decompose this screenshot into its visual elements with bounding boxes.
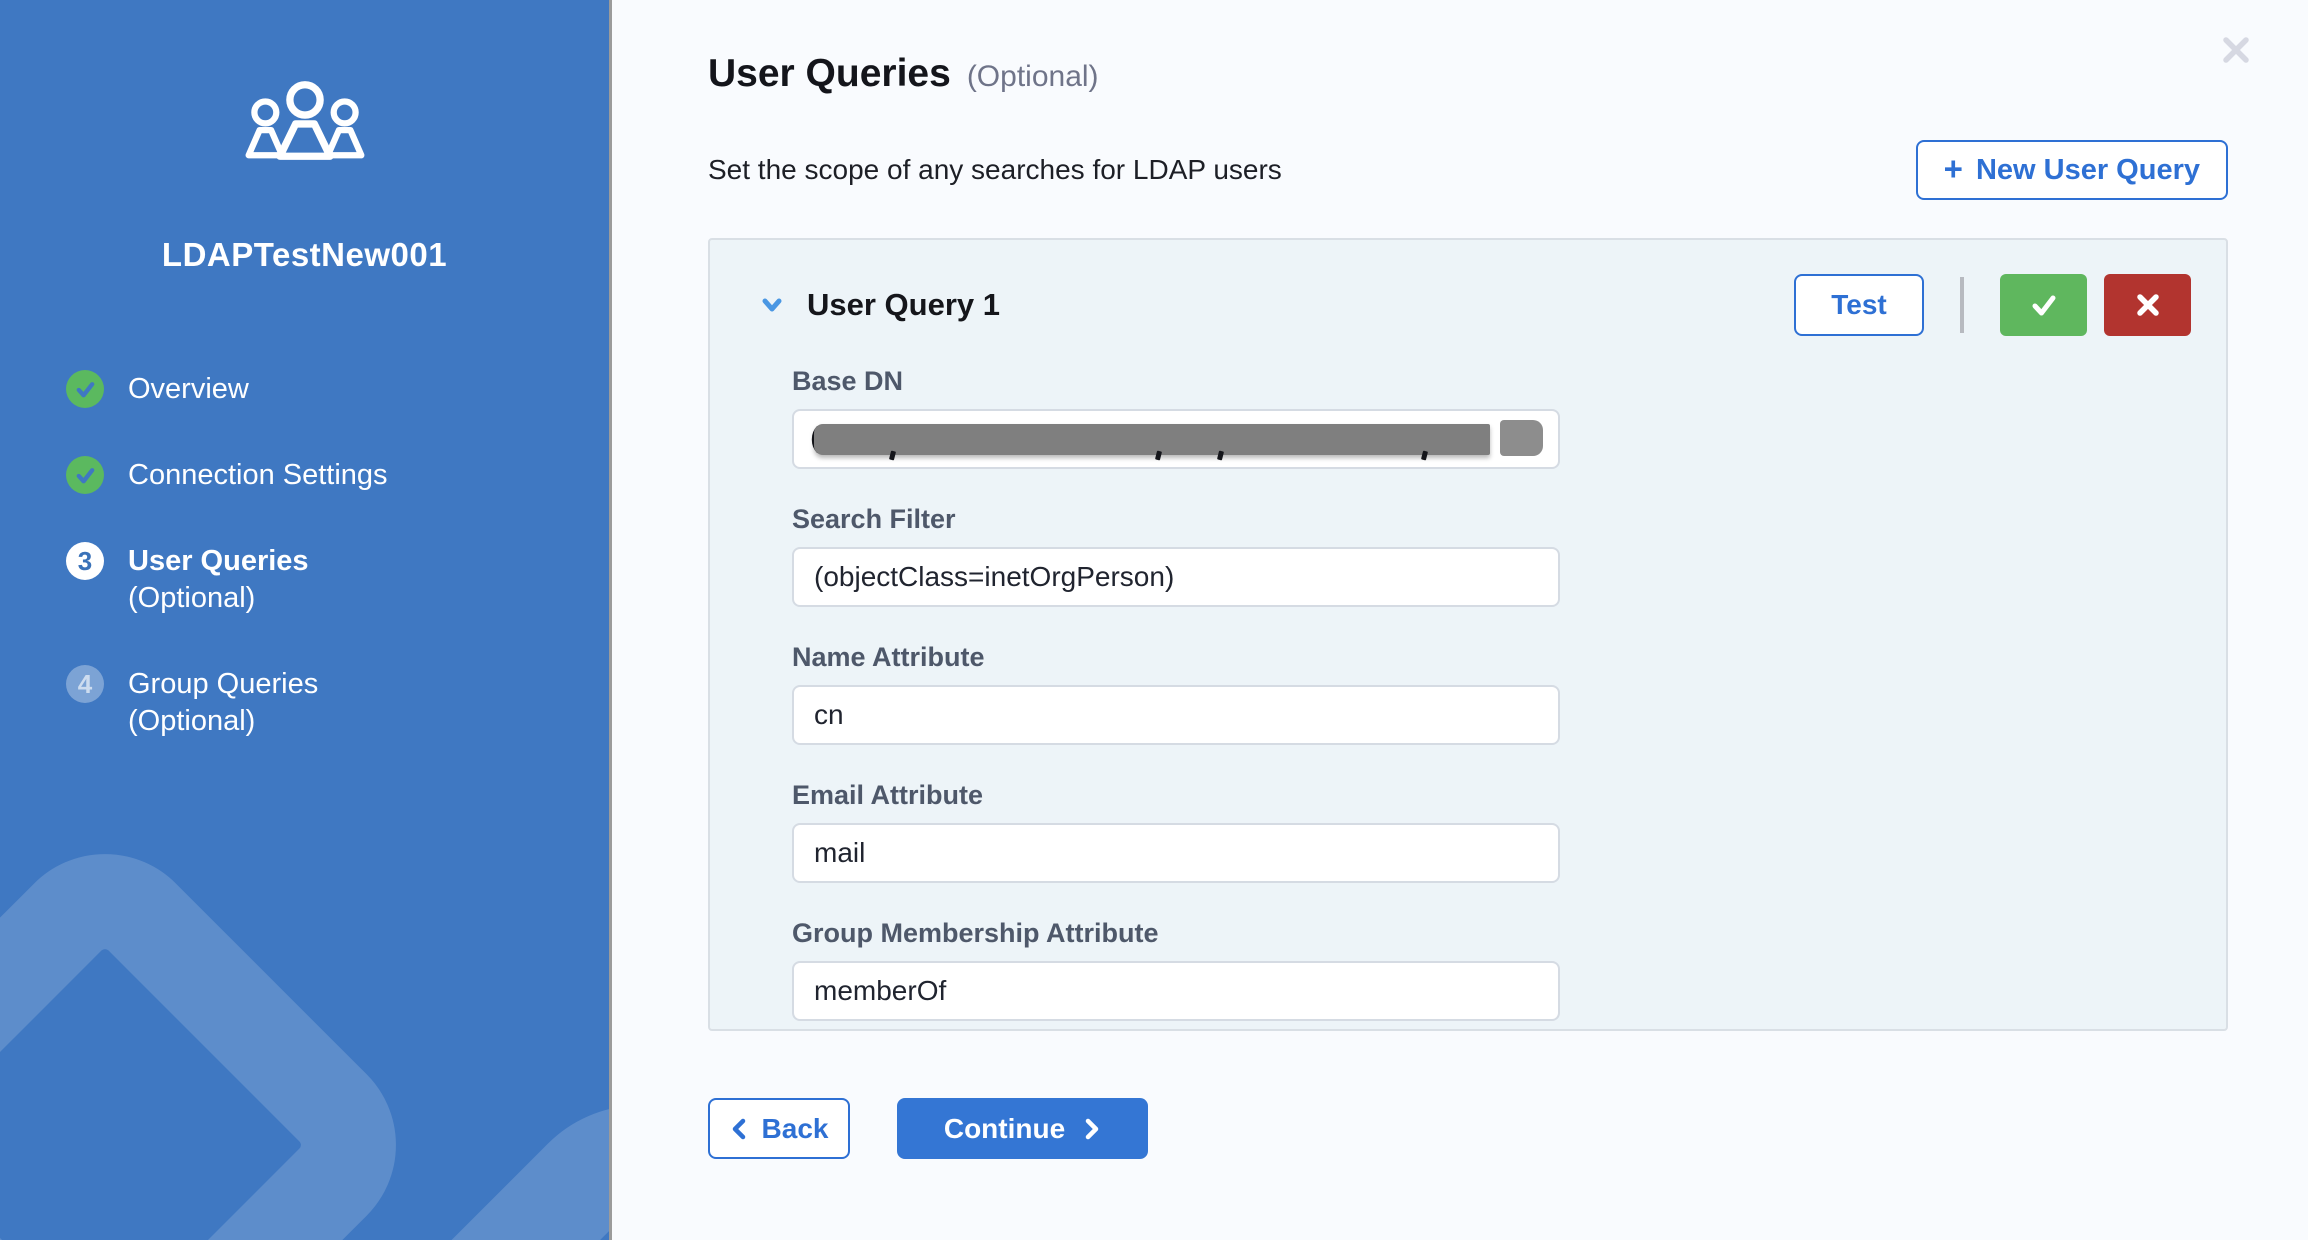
check-icon [2027, 288, 2061, 322]
confirm-button[interactable] [2000, 274, 2087, 336]
step-label: User Queries [128, 542, 309, 580]
group-membership-attribute-label: Group Membership Attribute [792, 918, 2191, 949]
group-membership-attribute-input[interactable] [792, 961, 1560, 1021]
wizard-sidebar: LDAPTestNew001 Overview [0, 0, 612, 1240]
continue-label: Continue [944, 1113, 1065, 1145]
new-user-query-label: New User Query [1976, 154, 2200, 187]
test-button[interactable]: Test [1794, 274, 1924, 336]
continue-button[interactable]: Continue [897, 1098, 1148, 1159]
step-connection-settings[interactable]: Connection Settings [66, 456, 609, 494]
search-filter-label: Search Filter [792, 504, 2191, 535]
name-attribute-label: Name Attribute [792, 642, 2191, 673]
chevron-left-icon [730, 1117, 748, 1141]
main-panel: User Queries (Optional) Set the scope of… [612, 0, 2308, 1240]
chevron-down-icon[interactable] [757, 290, 787, 320]
step-number-badge: 3 [66, 542, 104, 580]
step-group-queries[interactable]: 4 Group Queries (Optional) [66, 665, 609, 740]
name-attribute-input[interactable] [792, 685, 1560, 745]
email-attribute-input[interactable] [792, 823, 1560, 883]
new-user-query-button[interactable]: + New User Query [1916, 140, 2228, 200]
email-attribute-label: Email Attribute [792, 780, 2191, 811]
search-filter-input[interactable] [792, 547, 1560, 607]
step-user-queries[interactable]: 3 User Queries (Optional) [66, 542, 609, 617]
page-header: User Queries (Optional) [708, 52, 2228, 96]
chevron-right-icon [1083, 1117, 1101, 1141]
redaction-bar [814, 424, 1490, 455]
page-title: User Queries [708, 52, 951, 96]
step-overview[interactable]: Overview [66, 370, 609, 408]
step-complete-check-icon [66, 370, 104, 408]
step-sublabel: (Optional) [128, 580, 309, 617]
vertical-divider [1960, 277, 1964, 333]
ldap-wizard-modal: LDAPTestNew001 Overview [0, 0, 2308, 1240]
users-group-icon [0, 78, 609, 174]
back-button[interactable]: Back [708, 1098, 850, 1159]
connector-name: LDAPTestNew001 [0, 236, 609, 274]
plus-icon: + [1944, 152, 1963, 185]
page-subtitle: Set the scope of any searches for LDAP u… [708, 154, 1282, 186]
base-dn-label: Base DN [792, 366, 2191, 397]
brand-watermark [0, 813, 437, 1240]
step-label: Connection Settings [128, 456, 388, 494]
step-label: Group Queries [128, 665, 318, 703]
x-icon [2134, 291, 2162, 319]
base-dn-input[interactable]: ( [792, 409, 1560, 469]
step-complete-check-icon [66, 456, 104, 494]
redaction-bar-cap [1500, 420, 1543, 456]
step-number-badge: 4 [66, 665, 104, 703]
step-label: Overview [128, 370, 249, 408]
back-label: Back [762, 1113, 829, 1145]
page-title-optional: (Optional) [967, 60, 1099, 94]
step-sublabel: (Optional) [128, 703, 318, 740]
close-icon[interactable] [2214, 28, 2258, 72]
user-query-panel: User Query 1 Test [708, 238, 2228, 1031]
delete-button[interactable] [2104, 274, 2191, 336]
wizard-steps: Overview Connection Settings 3 [0, 370, 609, 740]
query-title: User Query 1 [807, 287, 1000, 323]
